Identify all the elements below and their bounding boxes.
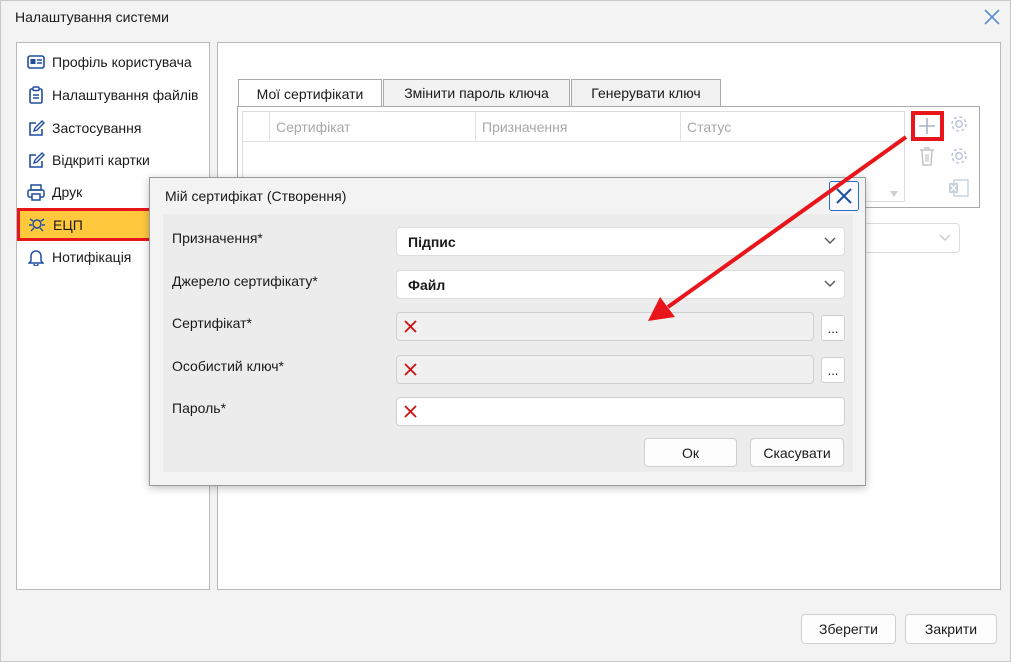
chevron-down-icon	[824, 237, 836, 244]
trash-icon	[920, 147, 934, 166]
sidebar-item-label: Застосування	[52, 120, 142, 136]
source-label: Джерело сертифікату*	[172, 273, 318, 289]
private-key-label: Особистий ключ*	[172, 358, 284, 374]
sidebar-item-label: ЕЦП	[53, 216, 83, 233]
window-title: Налаштування системи	[15, 9, 169, 25]
title-bar: Налаштування системи	[1, 1, 1010, 33]
browse-private-key-button[interactable]: ...	[821, 357, 845, 383]
dialog-title: Мій сертифікат (Створення)	[165, 188, 347, 204]
tab-my-certificates[interactable]: Мої сертифікати	[238, 79, 382, 107]
chevron-down-icon	[939, 234, 951, 241]
sidebar-item-file-settings[interactable]: Налаштування файлів	[18, 81, 208, 109]
sidebar-item-applications[interactable]: Застосування	[18, 114, 208, 142]
private-key-field[interactable]	[396, 355, 814, 384]
error-x-icon	[404, 320, 417, 333]
purpose-label: Призначення*	[172, 230, 263, 246]
gear-icon	[951, 116, 967, 132]
configure-button[interactable]	[946, 143, 972, 169]
certificate-label: Сертифікат*	[172, 315, 253, 331]
certificate-field[interactable]	[396, 312, 814, 341]
column-header-certificate[interactable]: Сертифікат	[269, 112, 475, 142]
gear-icon	[951, 148, 967, 164]
purpose-value: Підпис	[408, 233, 456, 250]
save-button[interactable]: Зберегти	[801, 614, 896, 644]
printer-icon	[26, 182, 46, 202]
excel-icon	[949, 179, 969, 197]
add-certificate-button[interactable]	[914, 113, 940, 139]
tab-generate-key[interactable]: Генерувати ключ	[571, 79, 721, 106]
certificate-dialog: Мій сертифікат (Створення) Призначення* …	[149, 177, 866, 486]
close-icon	[836, 188, 852, 204]
bell-icon	[26, 247, 46, 267]
sidebar-item-label: Друк	[52, 184, 83, 200]
tab-change-key-password[interactable]: Змінити пароль ключа	[383, 79, 570, 106]
dialog-close-button[interactable]	[829, 181, 859, 211]
settings-button[interactable]	[946, 111, 972, 137]
password-label: Пароль*	[172, 400, 227, 416]
delete-certificate-button[interactable]	[914, 143, 940, 169]
grid-indicator-column	[243, 112, 269, 142]
close-icon	[984, 9, 1000, 25]
source-select[interactable]: Файл	[396, 270, 845, 299]
sidebar-item-label: Відкриті картки	[52, 152, 150, 168]
window-close-button[interactable]	[978, 3, 1006, 31]
purpose-select[interactable]: Підпис	[396, 227, 845, 256]
sidebar-item-user-profile[interactable]: Профіль користувача	[18, 48, 208, 76]
grid-header: Сертифікат Призначення Статус	[243, 112, 904, 142]
cancel-button[interactable]: Скасувати	[750, 438, 844, 467]
sidebar-item-digital-signature[interactable]: ЕЦП	[17, 208, 152, 241]
export-excel-button[interactable]	[946, 175, 972, 201]
sidebar-item-label: Нотифікація	[52, 249, 132, 265]
signature-icon	[27, 215, 47, 235]
error-x-icon	[404, 363, 417, 376]
password-field[interactable]	[396, 397, 845, 426]
ok-button[interactable]: Ок	[644, 438, 737, 467]
sidebar-item-open-cards[interactable]: Відкриті картки	[18, 146, 208, 174]
dialog-body: Призначення* Підпис Джерело сертифікату*…	[163, 214, 853, 472]
source-value: Файл	[408, 276, 446, 293]
scroll-down-icon[interactable]	[890, 191, 898, 197]
browse-certificate-button[interactable]: ...	[821, 315, 845, 341]
edit-icon	[26, 150, 46, 170]
id-card-icon	[26, 52, 46, 72]
column-header-purpose[interactable]: Призначення	[475, 112, 680, 142]
sidebar-item-label: Профіль користувача	[52, 54, 192, 70]
column-header-status[interactable]: Статус	[680, 112, 885, 142]
clipboard-icon	[26, 85, 46, 105]
plus-icon	[919, 118, 935, 134]
close-button[interactable]: Закрити	[905, 614, 997, 644]
background-select[interactable]	[863, 223, 960, 253]
chevron-down-icon	[824, 280, 836, 287]
edit-icon	[26, 118, 46, 138]
error-x-icon	[404, 405, 417, 418]
sidebar-item-label: Налаштування файлів	[52, 87, 199, 103]
